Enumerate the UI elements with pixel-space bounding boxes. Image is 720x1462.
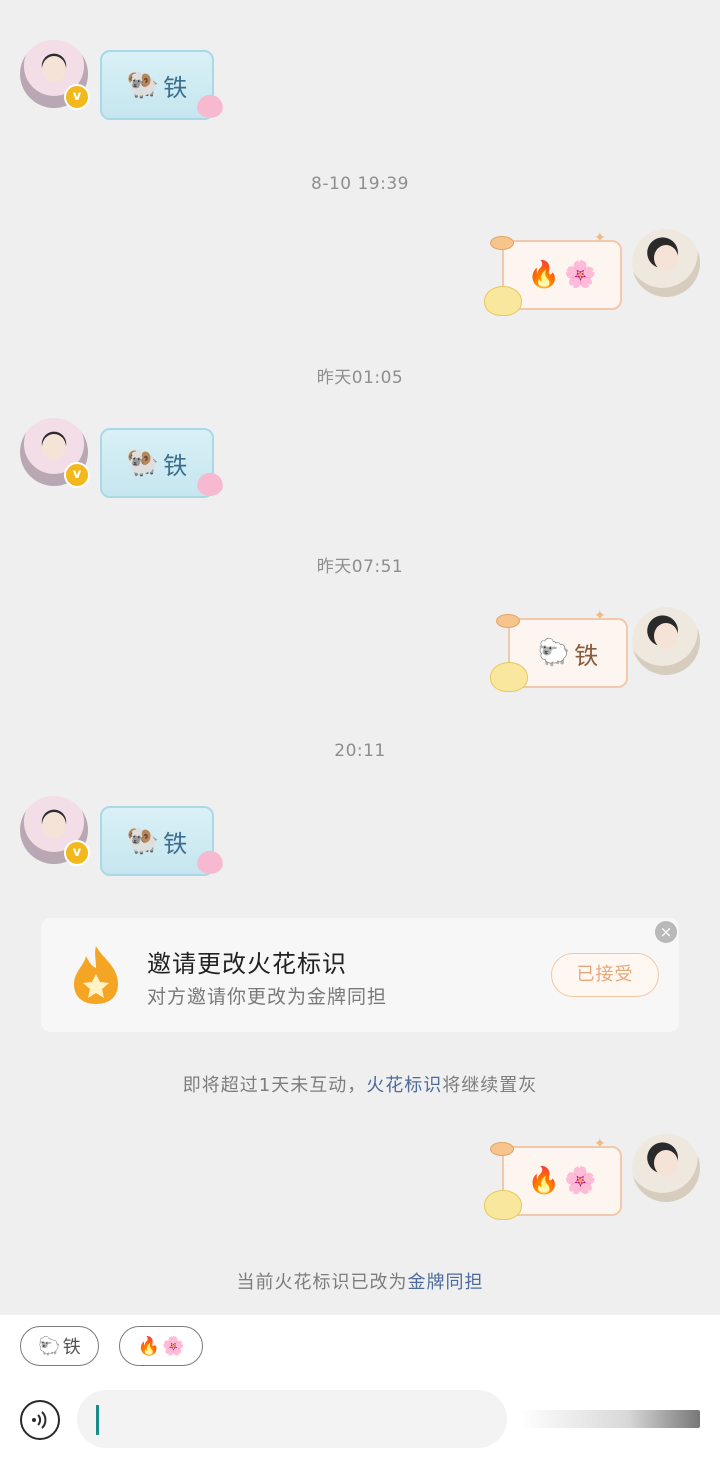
sheep-emoji: 🐑 bbox=[38, 1335, 61, 1357]
sparkle-icon: ✦ bbox=[594, 1136, 606, 1152]
my-avatar[interactable] bbox=[632, 1134, 700, 1202]
bun-sticker-icon bbox=[484, 1190, 522, 1220]
fire-emoji: 🔥 bbox=[527, 260, 560, 290]
my-avatar[interactable] bbox=[632, 607, 700, 675]
gold-badge-link[interactable]: 金牌同担 bbox=[408, 1272, 484, 1293]
input-bar: 🐑 铁 🔥 🌸 bbox=[0, 1315, 720, 1462]
message-input[interactable] bbox=[77, 1390, 507, 1448]
timestamp: 8-10 19:39 bbox=[311, 174, 409, 194]
message-text: 铁 bbox=[163, 73, 188, 102]
ram-emoji: 🐏 bbox=[126, 70, 160, 100]
spark-invite-card: 邀请更改火花标识 对方邀请你更改为金牌同担 已接受 × bbox=[41, 918, 679, 1032]
spark-warning-notice: 即将超过1天未互动，火花标识将继续置灰 bbox=[0, 1071, 720, 1097]
accepted-button[interactable]: 已接受 bbox=[551, 953, 659, 997]
sheep-emoji: 🐑 bbox=[537, 638, 571, 668]
my-avatar[interactable] bbox=[632, 229, 700, 297]
invite-title: 邀请更改火花标识 bbox=[147, 950, 347, 978]
spark-changed-notice: 当前火花标识已改为金牌同担 bbox=[0, 1268, 720, 1294]
timestamp: 昨天01:05 bbox=[316, 368, 404, 388]
toolbar-placeholder bbox=[520, 1410, 700, 1428]
message-text: 铁 bbox=[163, 451, 188, 480]
fire-emoji: 🔥 bbox=[137, 1335, 160, 1357]
spark-badge-link[interactable]: 火花标识 bbox=[366, 1075, 442, 1096]
verified-badge-icon: v bbox=[64, 840, 90, 866]
fire-emoji: 🔥 bbox=[527, 1166, 560, 1196]
fish-sticker-icon bbox=[496, 614, 520, 628]
quick-reply-chip[interactable]: 🔥 🌸 bbox=[119, 1326, 203, 1366]
pig-sticker-icon bbox=[196, 848, 224, 874]
blossom-emoji: 🌸 bbox=[162, 1335, 185, 1357]
invite-subtitle: 对方邀请你更改为金牌同担 bbox=[147, 986, 388, 1008]
fish-sticker-icon bbox=[490, 1142, 514, 1156]
flame-star-icon bbox=[74, 946, 118, 1004]
message-text: 铁 bbox=[574, 641, 599, 670]
sparkle-icon: ✦ bbox=[594, 230, 606, 246]
pig-sticker-icon bbox=[196, 92, 224, 118]
notice-text: 将继续置灰 bbox=[442, 1075, 538, 1096]
quick-reply-text: 铁 bbox=[62, 1337, 81, 1358]
bun-sticker-icon bbox=[490, 662, 528, 692]
close-icon[interactable]: × bbox=[655, 921, 677, 943]
fish-sticker-icon bbox=[490, 236, 514, 250]
chat-area[interactable]: v 🐏 铁 8-10 19:39 🔥 🌸 ✦ 昨天01:05 v 🐏 铁 昨天0… bbox=[0, 0, 720, 1315]
verified-badge-icon: v bbox=[64, 84, 90, 110]
bun-sticker-icon bbox=[484, 286, 522, 316]
voice-waves-icon bbox=[32, 1411, 47, 1429]
notice-text: 当前火花标识已改为 bbox=[236, 1272, 408, 1293]
blossom-emoji: 🌸 bbox=[564, 1166, 597, 1196]
quick-reply-chip[interactable]: 🐑 铁 bbox=[20, 1326, 99, 1366]
text-caret bbox=[96, 1405, 99, 1435]
pig-sticker-icon bbox=[196, 470, 224, 496]
message-text: 铁 bbox=[163, 829, 188, 858]
sparkle-icon: ✦ bbox=[594, 608, 606, 624]
ram-emoji: 🐏 bbox=[126, 448, 160, 478]
notice-text: 即将超过1天未互动， bbox=[182, 1075, 367, 1096]
ram-emoji: 🐏 bbox=[126, 826, 160, 856]
voice-icon[interactable] bbox=[20, 1400, 60, 1440]
blossom-emoji: 🌸 bbox=[564, 260, 597, 290]
timestamp: 20:11 bbox=[334, 741, 386, 761]
timestamp: 昨天07:51 bbox=[316, 557, 404, 577]
verified-badge-icon: v bbox=[64, 462, 90, 488]
